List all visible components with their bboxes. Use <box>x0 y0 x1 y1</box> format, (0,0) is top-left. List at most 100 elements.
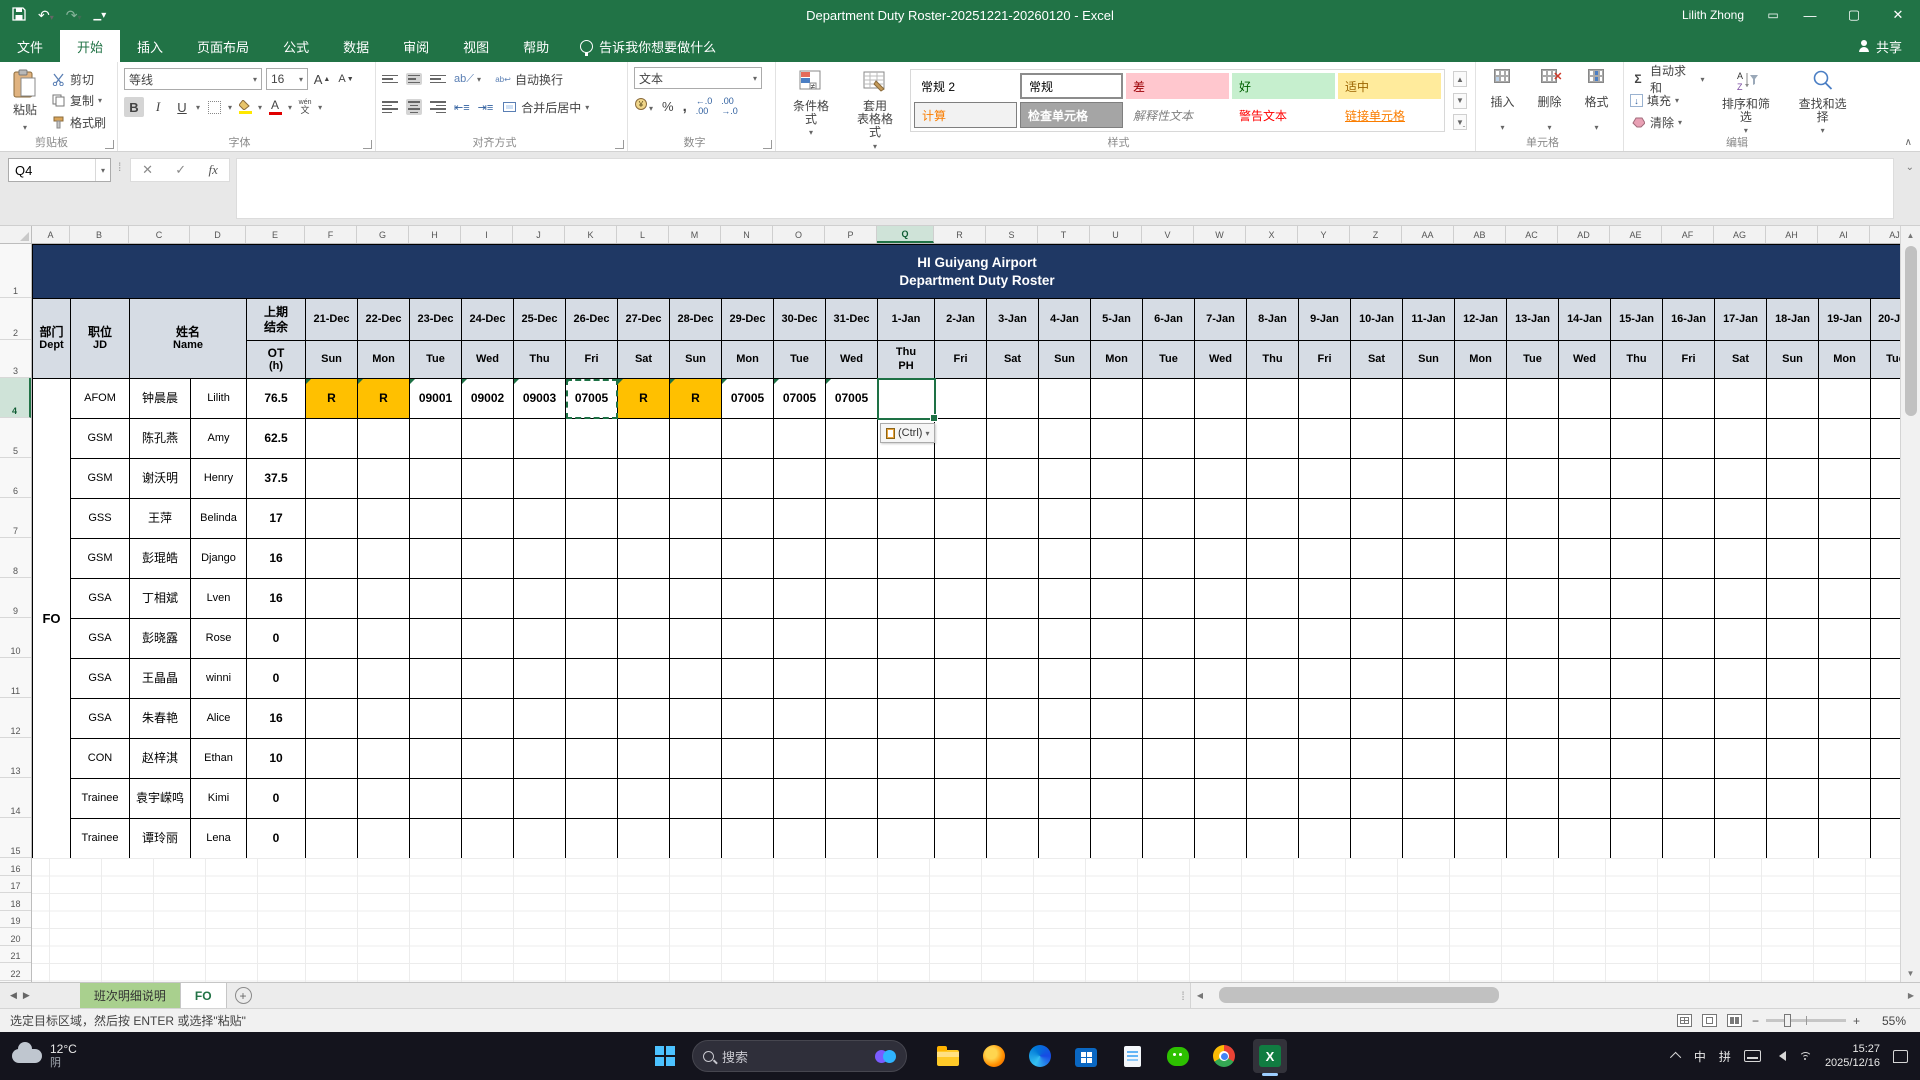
header-date-25-Dec[interactable]: 25-Dec <box>514 299 566 341</box>
shift-cell-Z4[interactable] <box>1351 379 1403 419</box>
shift-cell-AD12[interactable] <box>1559 699 1611 739</box>
name-en-cell[interactable]: Lena <box>191 819 247 859</box>
shift-cell-U6[interactable] <box>1091 459 1143 499</box>
shift-cell-L4[interactable]: R <box>618 379 670 419</box>
percent-style-icon[interactable]: % <box>662 99 674 114</box>
shift-cell-X12[interactable] <box>1247 699 1299 739</box>
shift-cell-AC13[interactable] <box>1507 739 1559 779</box>
shift-cell-Y12[interactable] <box>1299 699 1351 739</box>
shift-cell-AC6[interactable] <box>1507 459 1559 499</box>
dept-cell-fo[interactable]: FO <box>33 379 71 859</box>
shift-cell-M8[interactable] <box>670 539 722 579</box>
format-painter-button[interactable]: 格式刷 <box>50 112 106 132</box>
shift-cell-X11[interactable] <box>1247 659 1299 699</box>
header-day-12-Jan[interactable]: Mon <box>1455 341 1507 379</box>
shift-cell-AE5[interactable] <box>1611 419 1663 459</box>
shift-cell-K4[interactable]: 07005 <box>566 379 618 419</box>
shift-cell-P12[interactable] <box>826 699 878 739</box>
shift-cell-AA11[interactable] <box>1403 659 1455 699</box>
gallery-more-icon[interactable]: ▼̱ <box>1453 114 1467 130</box>
shift-cell-M6[interactable] <box>670 459 722 499</box>
tab-splitter[interactable]: ⁞ <box>1176 983 1190 1008</box>
ot-cell[interactable]: 62.5 <box>247 419 306 459</box>
shift-cell-F11[interactable] <box>306 659 358 699</box>
cell-style-警告文本[interactable]: 警告文本 <box>1232 102 1335 128</box>
orientation-button[interactable]: ab⟋ ▾ <box>454 73 481 86</box>
shift-cell-AD4[interactable] <box>1559 379 1611 419</box>
shift-cell-W8[interactable] <box>1195 539 1247 579</box>
shift-cell-N8[interactable] <box>722 539 774 579</box>
shift-cell-Y15[interactable] <box>1299 819 1351 859</box>
shift-cell-S4[interactable] <box>987 379 1039 419</box>
tell-me-box[interactable]: 告诉我你想要做什么 <box>566 30 730 62</box>
decrease-font-icon[interactable]: A ▼ <box>336 69 356 89</box>
shift-cell-AD10[interactable] <box>1559 619 1611 659</box>
shift-cell-K6[interactable] <box>566 459 618 499</box>
search-highlights-icon[interactable] <box>875 1049 896 1063</box>
shift-cell-L11[interactable] <box>618 659 670 699</box>
firefox-icon[interactable] <box>977 1039 1011 1073</box>
shift-cell-X4[interactable] <box>1247 379 1299 419</box>
shift-cell-AE9[interactable] <box>1611 579 1663 619</box>
shift-cell-U8[interactable] <box>1091 539 1143 579</box>
column-header-O[interactable]: O <box>773 226 825 243</box>
shift-cell-AE14[interactable] <box>1611 779 1663 819</box>
jd-cell[interactable]: GSM <box>71 459 130 499</box>
file-explorer-icon[interactable] <box>931 1039 965 1073</box>
shift-cell-Z15[interactable] <box>1351 819 1403 859</box>
header-day-16-Jan[interactable]: Fri <box>1663 341 1715 379</box>
column-header-T[interactable]: T <box>1038 226 1090 243</box>
shift-cell-Y6[interactable] <box>1299 459 1351 499</box>
comma-style-icon[interactable]: , <box>683 98 687 115</box>
sheet-tab-FO[interactable]: FO <box>180 983 227 1008</box>
shift-cell-P11[interactable] <box>826 659 878 699</box>
shift-cell-J6[interactable] <box>514 459 566 499</box>
shift-cell-AD6[interactable] <box>1559 459 1611 499</box>
ribbon-tab-帮助[interactable]: 帮助 <box>506 30 566 62</box>
name-en-cell[interactable]: Ethan <box>191 739 247 779</box>
start-button[interactable] <box>648 1039 682 1073</box>
shift-cell-N7[interactable] <box>722 499 774 539</box>
shift-cell-T9[interactable] <box>1039 579 1091 619</box>
shift-cell-AJ15[interactable] <box>1871 819 1900 859</box>
select-all-corner[interactable] <box>0 226 32 244</box>
column-header-F[interactable]: F <box>305 226 357 243</box>
shift-cell-AJ4[interactable] <box>1871 379 1900 419</box>
column-header-AC[interactable]: AC <box>1506 226 1558 243</box>
column-header-Z[interactable]: Z <box>1350 226 1402 243</box>
search-box[interactable]: 搜索 <box>692 1040 907 1072</box>
cell-style-差[interactable]: 差 <box>1126 73 1229 99</box>
cell-style-适中[interactable]: 适中 <box>1338 73 1441 99</box>
header-day-7-Jan[interactable]: Wed <box>1195 341 1247 379</box>
zoom-slider-thumb[interactable] <box>1783 1014 1791 1027</box>
cell-style-解释性文本[interactable]: 解释性文本 <box>1126 102 1229 128</box>
header-name[interactable]: 姓名 Name <box>130 299 247 379</box>
shift-cell-AC14[interactable] <box>1507 779 1559 819</box>
shift-cell-Q6[interactable] <box>878 459 935 499</box>
header-day-23-Dec[interactable]: Tue <box>410 341 462 379</box>
shift-cell-AD13[interactable] <box>1559 739 1611 779</box>
copy-button[interactable]: 复制 ▾ <box>50 91 106 111</box>
shift-cell-G4[interactable]: R <box>358 379 410 419</box>
formula-bar-collapse-icon[interactable]: ⌄ <box>1906 162 1914 173</box>
shift-cell-R7[interactable] <box>935 499 987 539</box>
name-cn-cell[interactable]: 陈孔燕 <box>130 419 191 459</box>
increase-decimal-icon[interactable]: ←.0.00 <box>696 96 713 116</box>
name-en-cell[interactable]: Django <box>191 539 247 579</box>
header-date-6-Jan[interactable]: 6-Jan <box>1143 299 1195 341</box>
shift-cell-AE12[interactable] <box>1611 699 1663 739</box>
shift-cell-L8[interactable] <box>618 539 670 579</box>
shift-cell-AD9[interactable] <box>1559 579 1611 619</box>
jd-cell[interactable]: Trainee <box>71 819 130 859</box>
name-box-dropdown-icon[interactable]: ▾ <box>94 159 110 181</box>
shift-cell-Q9[interactable] <box>878 579 935 619</box>
column-header-P[interactable]: P <box>825 226 877 243</box>
shift-cell-I11[interactable] <box>462 659 514 699</box>
shift-cell-V10[interactable] <box>1143 619 1195 659</box>
shift-cell-AA6[interactable] <box>1403 459 1455 499</box>
shift-cell-L14[interactable] <box>618 779 670 819</box>
row-header-4[interactable]: 4 <box>0 378 31 418</box>
shift-cell-X7[interactable] <box>1247 499 1299 539</box>
shift-cell-G9[interactable] <box>358 579 410 619</box>
font-dialog-launcher[interactable] <box>363 140 372 149</box>
